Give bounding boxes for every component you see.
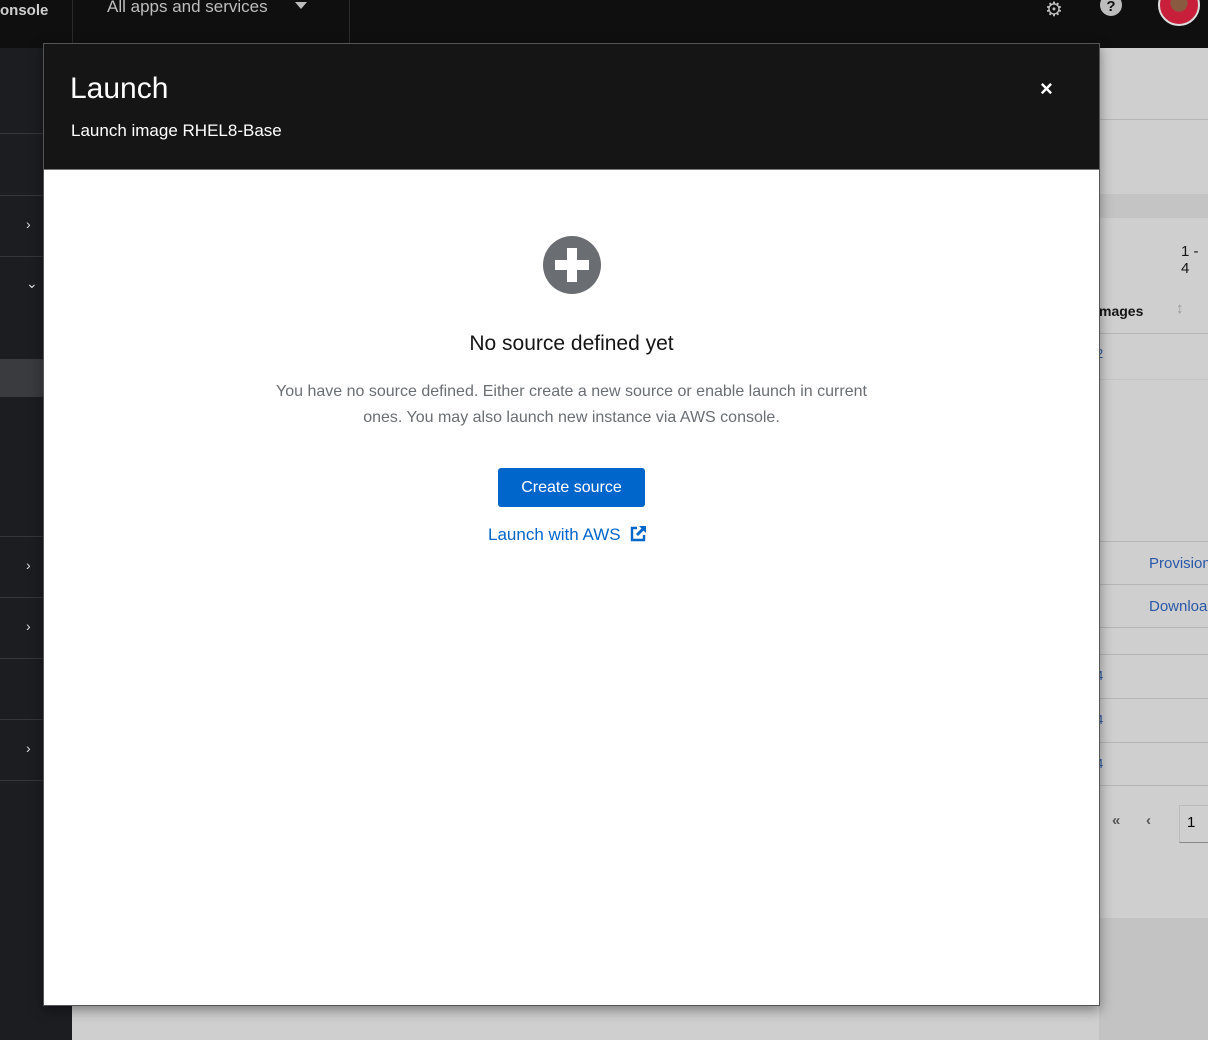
brand-logo[interactable]: onsole (0, 2, 48, 19)
column-header[interactable]: mages (1099, 303, 1143, 319)
divider (1099, 742, 1208, 743)
empty-state-body: You have no source defined. Either creat… (276, 383, 867, 426)
chevron-down-icon: ⌄ (26, 275, 38, 291)
sort-icon[interactable]: ↕ (1176, 300, 1184, 317)
chevron-right-icon: › (26, 740, 31, 756)
app-selector[interactable]: All apps and services (72, 0, 350, 44)
launch-modal: Launch Launch image RHEL8-Base × No sour… (43, 43, 1100, 1006)
launch-with-aws-link[interactable]: Launch with AWS (488, 525, 647, 545)
divider (1099, 119, 1208, 120)
divider (1099, 584, 1208, 585)
gear-icon[interactable]: ⚙ (1045, 0, 1063, 22)
empty-state-title: No source defined yet (469, 332, 674, 355)
pagination (1099, 868, 1208, 918)
masthead: onsole All apps and services ⚙ ? (0, 0, 1208, 48)
plus-circle-icon (543, 236, 601, 294)
divider (1099, 654, 1208, 655)
launch-with-aws-label: Launch with AWS (488, 525, 621, 544)
modal-title: Launch (70, 72, 169, 105)
chevron-right-icon: › (26, 216, 31, 232)
create-source-button[interactable]: Create source (498, 468, 645, 507)
divider (1099, 627, 1208, 628)
divider (1099, 698, 1208, 699)
help-icon[interactable]: ? (1100, 0, 1122, 16)
close-icon[interactable]: × (1040, 76, 1053, 102)
avatar[interactable] (1158, 0, 1200, 26)
modal-subtitle: Launch image RHEL8-Base (71, 121, 282, 140)
previous-page-icon[interactable]: ‹ (1146, 812, 1151, 829)
modal-header: Launch Launch image RHEL8-Base × (44, 44, 1099, 170)
app-selector-label: All apps and services (107, 0, 268, 16)
action-download[interactable]: Downloa (1149, 598, 1207, 615)
pagination-range: 1 - 4 (1181, 243, 1199, 277)
toolbar-band (1099, 194, 1208, 218)
first-page-icon[interactable]: « (1112, 812, 1120, 829)
divider (1099, 333, 1208, 334)
divider (1099, 785, 1208, 786)
external-link-icon (630, 526, 646, 542)
action-provision[interactable]: Provision (1149, 555, 1208, 572)
divider (1099, 541, 1208, 542)
page-input[interactable]: 1 (1179, 805, 1208, 843)
chevron-right-icon: › (26, 557, 31, 573)
caret-down-icon (295, 2, 307, 9)
divider (1099, 379, 1208, 380)
chevron-right-icon: › (26, 618, 31, 634)
